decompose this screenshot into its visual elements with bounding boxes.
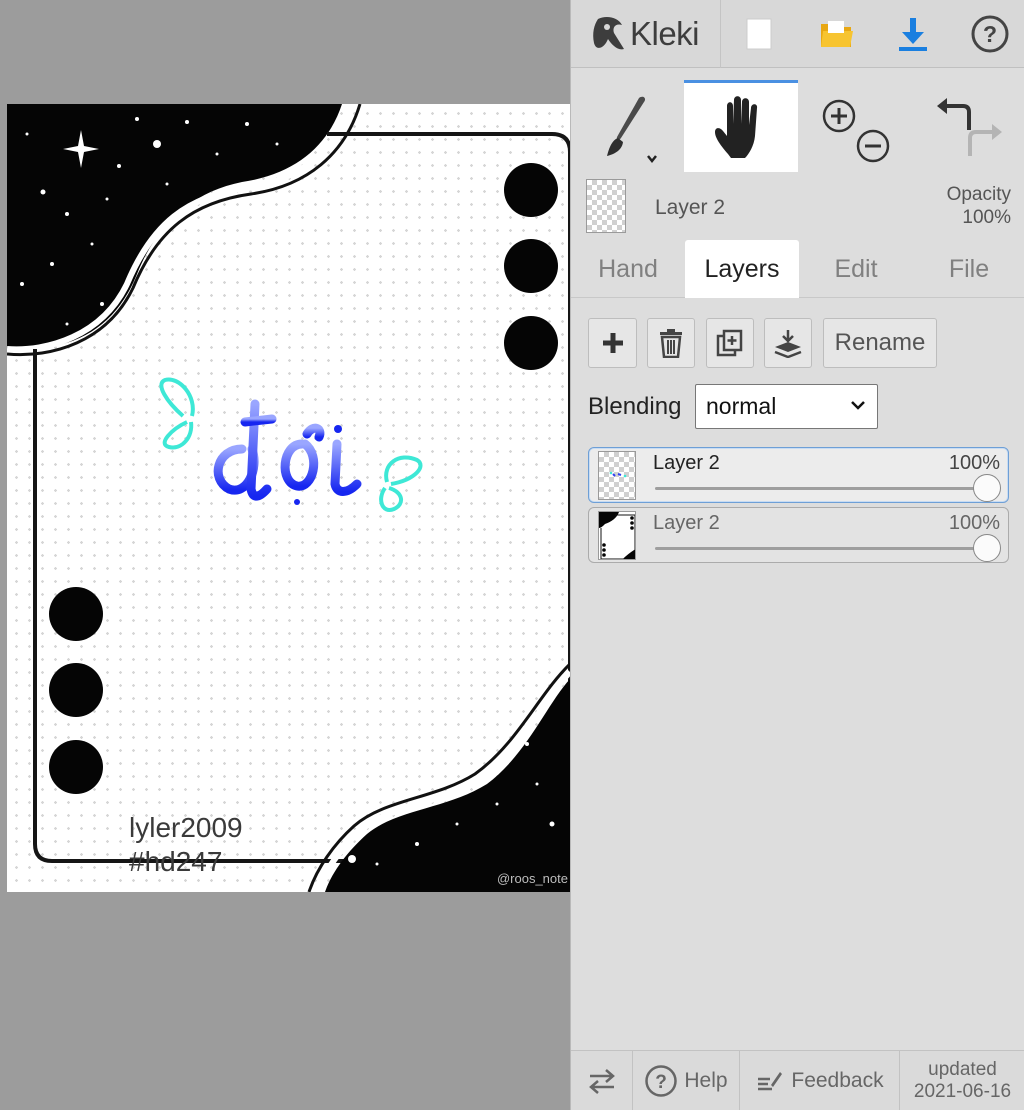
tab-layers[interactable]: Layers [685,240,799,298]
add-layer-button[interactable] [588,318,637,368]
layer-name: Layer 2 [653,452,720,474]
layer-opacity-slider[interactable] [655,487,987,490]
zoom-controls [799,80,913,172]
updated-label: updated [928,1059,997,1080]
new-image-button[interactable] [731,0,787,68]
swap-ui-side-button[interactable] [571,1051,633,1110]
layer-name: Layer 2 [653,512,720,534]
brush-tool-button[interactable] [571,80,683,172]
help-link[interactable]: ? Help [633,1051,740,1110]
tab-hand[interactable]: Hand [571,240,685,298]
artwork-credit: @roos_note [496,871,568,886]
canvas-area[interactable]: lyler2009 #hd247 @roos_note [0,0,570,1110]
redo-icon [968,124,1002,156]
undo-icon [937,98,971,130]
plus-icon [602,333,623,353]
duplicate-layer-button[interactable] [706,318,754,368]
rename-layer-button[interactable]: Rename [823,318,937,368]
duplicate-icon [716,329,743,357]
current-layer-opacity: Opacity 100% [947,183,1011,229]
new-file-icon [746,18,772,50]
app-name: Kleki [629,15,700,52]
current-layer-thumbnail [586,179,626,233]
watermark-tag: #hd247 [129,846,223,877]
zoom-in-icon [822,99,856,133]
layer-thumbnail [598,451,636,500]
watermark-user: lyler2009 [129,812,243,843]
tool-row [571,80,1024,172]
current-layer-name: Layer 2 [655,196,726,219]
feedback-label: Feedback [791,1069,884,1092]
kleki-logo[interactable]: Kleki [571,0,721,68]
folder-icon [821,21,853,47]
help-icon: ? [645,1065,678,1097]
layer-opacity: 100% [948,452,1000,474]
panel-tabs: Hand Layers Edit File [571,240,1024,298]
help-icon: ? [971,15,1009,53]
blending-select[interactable]: normal [695,384,878,429]
opacity-label: Opacity [946,184,1011,205]
layer-thumbnail [598,511,636,560]
help-label: Help [684,1069,728,1092]
artwork-drawing [7,104,570,892]
save-image-button[interactable] [883,0,943,68]
updated-info: updated 2021-06-16 [900,1051,1024,1110]
tab-file[interactable]: File [913,240,1024,298]
zoom-out-icon [856,129,890,163]
opacity-value: 100% [962,207,1011,228]
swap-icon [588,1069,615,1094]
layer-opacity-handle[interactable] [973,534,1001,562]
layer-item[interactable]: Layer 2 100% [588,447,1009,503]
download-icon [899,18,927,51]
tool-panel: Kleki ? Layer 2 Opacity 100% Hand Layers… [570,0,1024,1110]
svg-text:?: ? [656,1072,668,1093]
undo-redo-controls [913,80,1024,172]
kleki-logo-icon [593,17,624,50]
top-bar: Kleki ? [571,0,1024,68]
merge-down-icon [774,330,802,358]
artwork-canvas[interactable]: lyler2009 #hd247 @roos_note [7,104,570,892]
layer-opacity: 100% [948,512,1000,534]
feedback-icon [758,1072,783,1091]
hand-tool-button[interactable] [684,80,798,172]
layer-opacity-handle[interactable] [973,474,1001,502]
merge-layer-button[interactable] [764,318,812,368]
open-image-button[interactable] [807,0,867,68]
tab-edit[interactable]: Edit [799,240,913,298]
svg-text:?: ? [983,21,997,47]
layer-opacity-slider[interactable] [655,547,987,550]
layer-item[interactable]: Layer 2 100% [588,507,1009,563]
current-layer-info: Layer 2 Opacity 100% [571,174,1024,238]
hand-icon [715,95,758,158]
feedback-link[interactable]: Feedback [740,1051,900,1110]
delete-layer-button[interactable] [647,318,695,368]
blending-label: Blending [588,393,682,420]
brush-icon [607,96,657,164]
trash-icon [660,329,682,358]
bottom-bar: ? Help Feedback updated 2021-06-16 [571,1050,1024,1110]
blending-value: normal [706,393,777,419]
chevron-down-icon [851,401,865,410]
help-button[interactable]: ? [959,0,1021,68]
updated-date: 2021-06-16 [913,1081,1012,1102]
